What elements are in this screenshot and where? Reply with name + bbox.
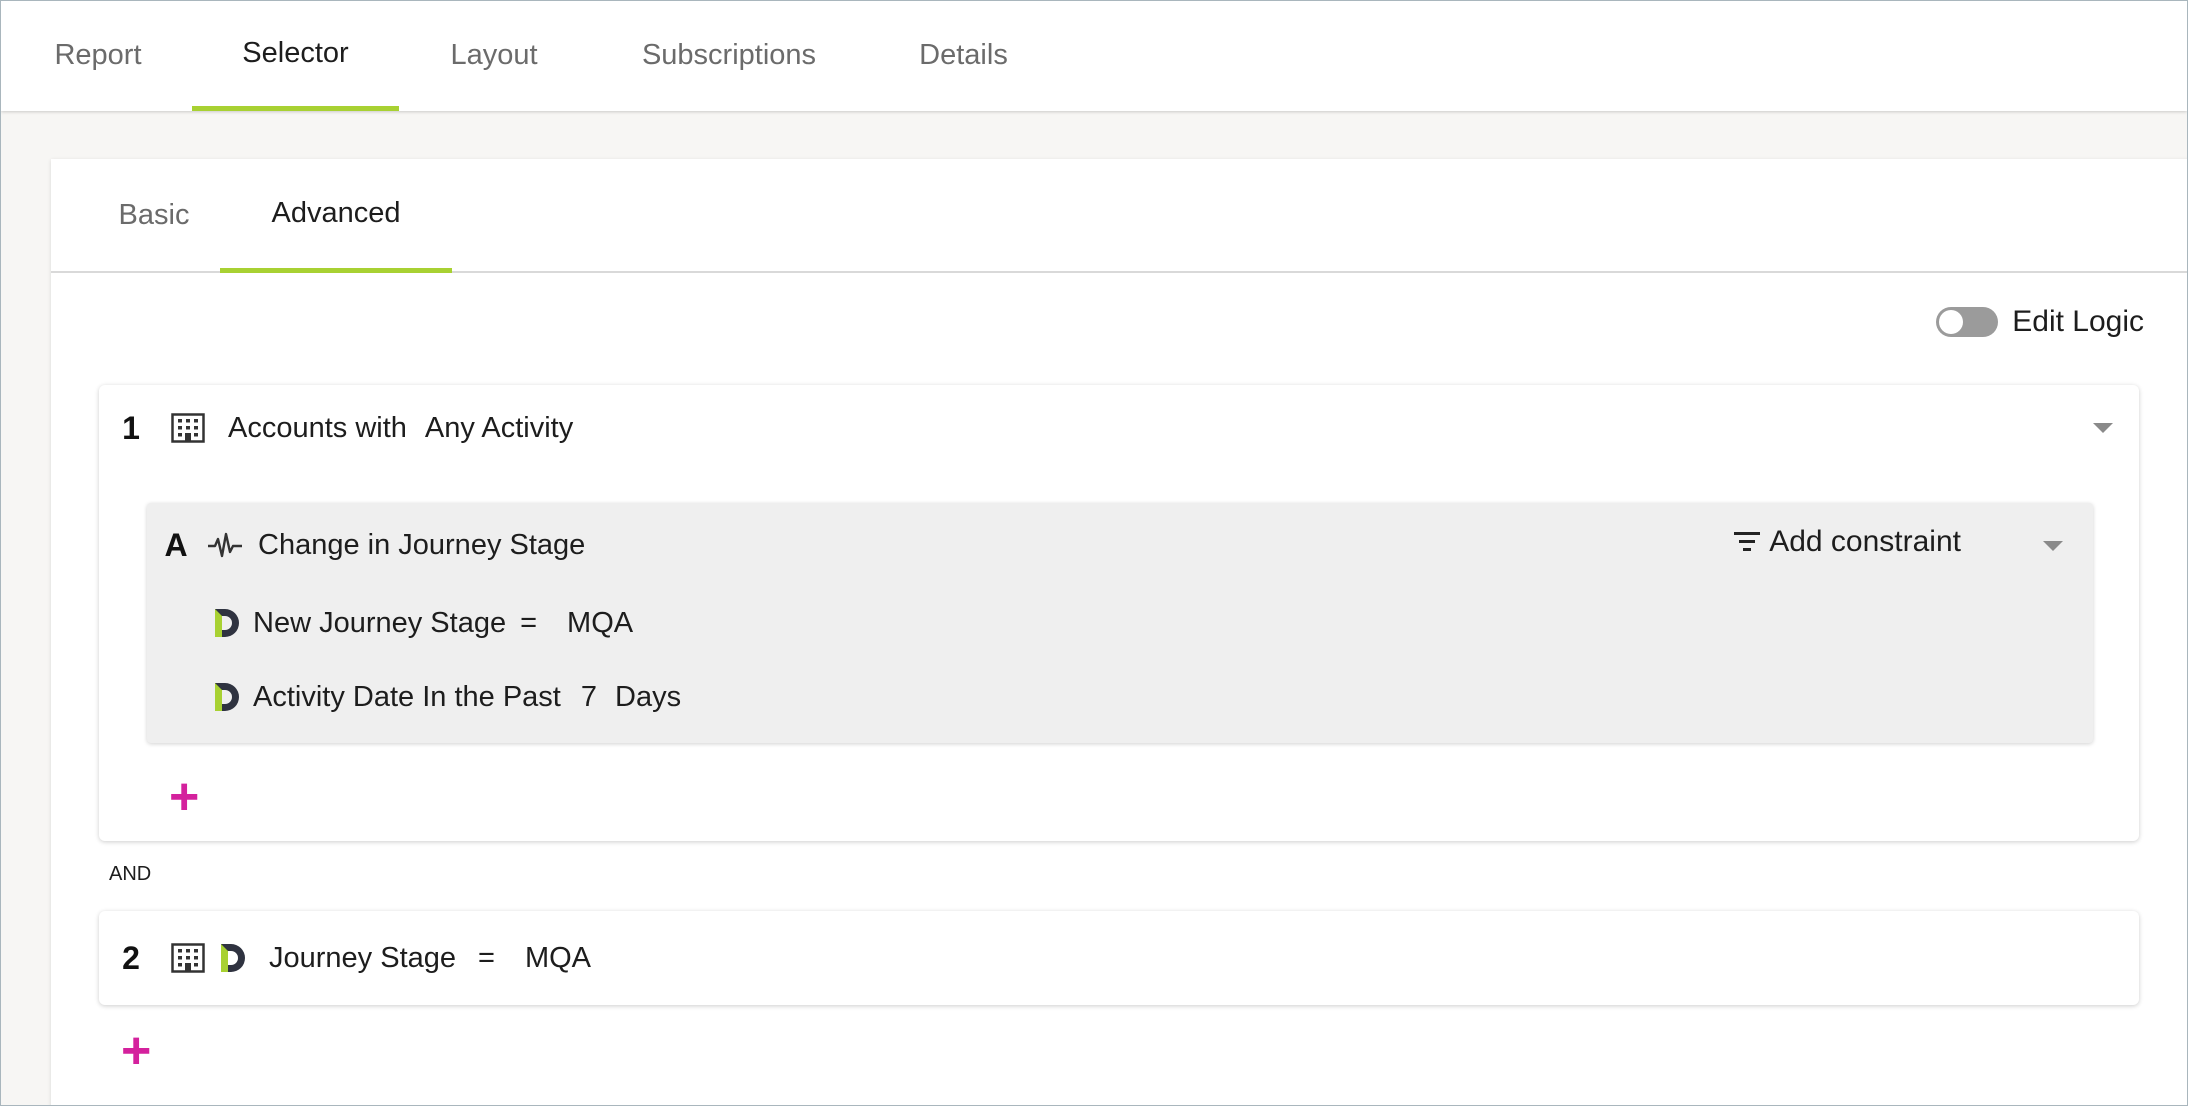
subgroup-a: A Change in Journey Stage Add constraint	[147, 503, 2093, 743]
subgroup-a-header[interactable]: A Change in Journey Stage	[147, 523, 585, 567]
edit-logic-label: Edit Logic	[2012, 305, 2144, 338]
criteria-group-2: 2 Journey Stage = MQA	[99, 911, 2139, 1005]
group-2-header[interactable]: 2 Journey Stage = MQA	[99, 935, 591, 981]
group-1-prefix: Accounts with	[228, 411, 407, 444]
tab-details[interactable]: Details	[891, 1, 1036, 111]
tab-subscriptions[interactable]: Subscriptions	[611, 1, 847, 111]
constraint-row[interactable]: Activity Date In the Past 7 Days	[213, 675, 681, 719]
tab-layout[interactable]: Layout	[419, 1, 569, 111]
join-operator: AND	[109, 863, 152, 885]
activity-pulse-icon	[207, 530, 243, 560]
filter-icon	[1733, 531, 1761, 553]
building-icon	[171, 943, 205, 973]
selector-card: Basic Advanced Edit Logic 1 Accounts wit…	[51, 159, 2187, 1105]
tab-basic[interactable]: Basic	[99, 159, 209, 271]
d-logo-icon	[213, 607, 241, 639]
constraint-row[interactable]: New Journey Stage = MQA	[213, 601, 633, 645]
group-2-value[interactable]: MQA	[525, 942, 591, 975]
tab-advanced[interactable]: Advanced	[220, 159, 452, 273]
add-group-plus-icon[interactable]: +	[121, 1025, 151, 1077]
constraint-value[interactable]: 7	[581, 681, 597, 714]
add-constraint-button[interactable]: Add constraint	[1733, 525, 1961, 559]
subgroup-a-collapse-caret-icon[interactable]	[2043, 541, 2063, 551]
top-tab-bar: Report Selector Layout Subscriptions Det…	[1, 1, 2187, 111]
edit-logic-control[interactable]: Edit Logic	[1936, 302, 2144, 342]
group-number: 2	[122, 939, 140, 976]
add-constraint-label: Add constraint	[1769, 525, 1961, 558]
tab-report[interactable]: Report	[23, 1, 173, 111]
group-1-header[interactable]: 1 Accounts with Any Activity	[99, 405, 573, 451]
app-frame: Report Selector Layout Subscriptions Det…	[0, 0, 2188, 1106]
group-2-operator: =	[478, 941, 495, 974]
d-logo-icon	[213, 681, 241, 713]
constraint-operator: =	[520, 606, 538, 639]
subgroup-a-title: Change in Journey Stage	[258, 528, 586, 561]
group-number: 1	[122, 409, 140, 446]
constraint-field: Activity Date In the Past	[253, 680, 561, 713]
group-2-field: Journey Stage	[269, 941, 457, 974]
subgroup-letter: A	[164, 526, 188, 563]
constraint-unit[interactable]: Days	[615, 681, 681, 714]
constraint-value[interactable]: MQA	[567, 607, 633, 640]
group-1-collapse-caret-icon[interactable]	[2093, 423, 2113, 433]
constraint-field: New Journey Stage	[253, 606, 507, 639]
building-icon	[171, 413, 205, 443]
add-subgroup-plus-icon[interactable]: +	[169, 771, 199, 823]
sub-tab-bar: Basic Advanced	[51, 159, 2187, 273]
tab-selector[interactable]: Selector	[192, 1, 399, 111]
group-1-activity[interactable]: Any Activity	[425, 412, 573, 445]
criteria-group-1: 1 Accounts with Any Activity A Change in…	[99, 385, 2139, 841]
edit-logic-toggle[interactable]	[1936, 307, 1999, 337]
toggle-knob	[1939, 310, 1964, 334]
d-logo-icon	[219, 942, 247, 974]
